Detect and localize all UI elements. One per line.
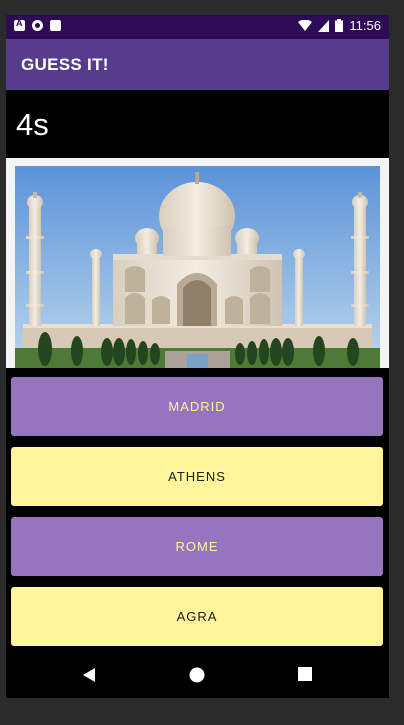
sd-card-icon	[50, 20, 61, 31]
status-right-icons: 11:56	[298, 18, 381, 33]
answer-button-madrid[interactable]: MADRID	[11, 377, 383, 436]
quiz-image-frame	[6, 158, 389, 368]
back-icon[interactable]	[82, 667, 96, 683]
answer-button-athens[interactable]: ATHENS	[11, 447, 383, 506]
app-bar: GUESS IT!	[6, 39, 389, 90]
status-time: 11:56	[349, 18, 381, 33]
sync-icon	[32, 20, 43, 31]
recents-icon[interactable]	[298, 667, 312, 681]
phone-screen: 11:56 GUESS IT! 4s	[6, 15, 389, 698]
cell-signal-icon	[318, 19, 330, 32]
countdown-timer: 4s	[16, 107, 49, 142]
battery-icon	[335, 19, 344, 32]
answer-button-rome[interactable]: ROME	[11, 517, 383, 576]
notification-a-icon	[14, 18, 25, 31]
home-icon[interactable]	[189, 667, 205, 683]
navigation-bar	[6, 651, 389, 698]
status-left-icons	[14, 18, 61, 31]
wifi-icon	[298, 19, 313, 31]
taj-mahal-image	[15, 166, 380, 368]
app-title: GUESS IT!	[21, 55, 109, 74]
answer-button-agra[interactable]: AGRA	[11, 587, 383, 646]
status-bar: 11:56	[6, 15, 389, 39]
